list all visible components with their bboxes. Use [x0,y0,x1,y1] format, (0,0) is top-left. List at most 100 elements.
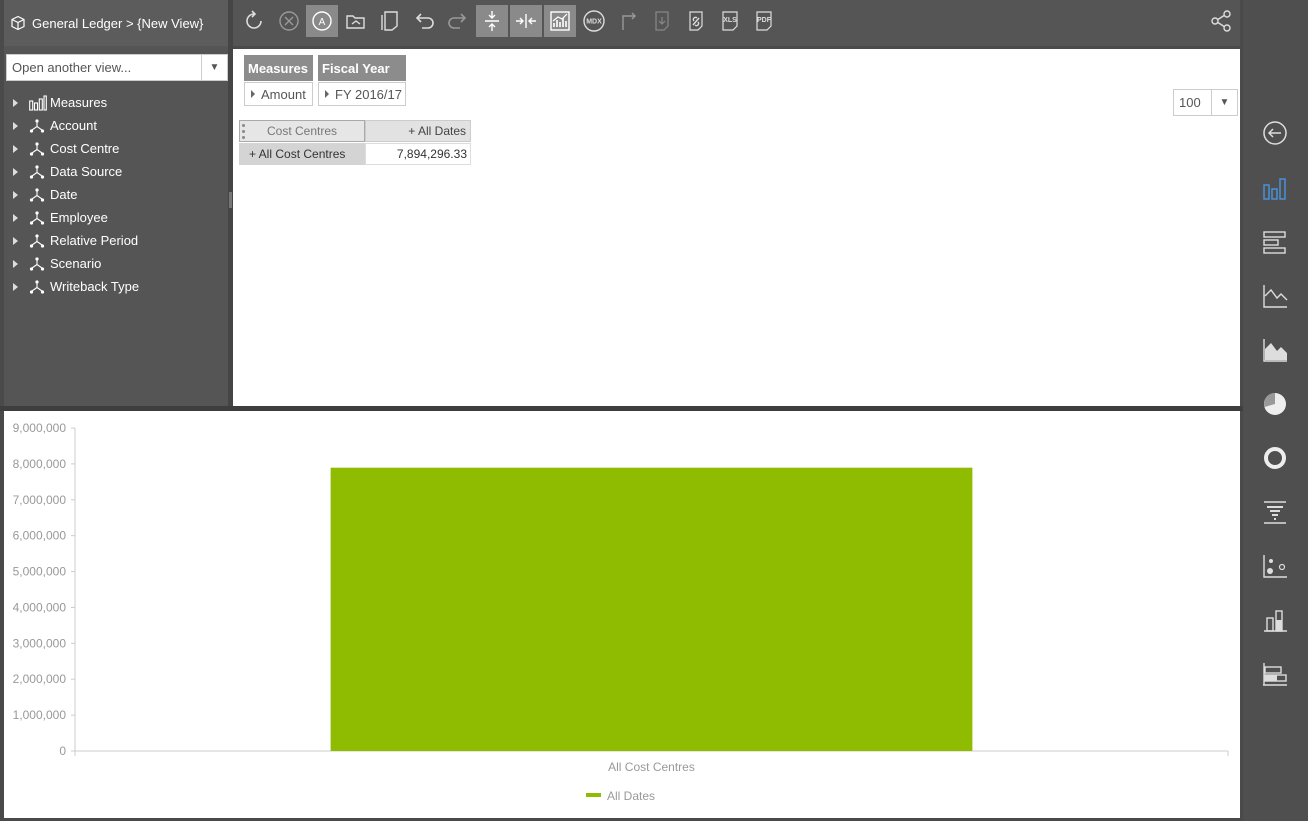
stacked-column-icon [1264,610,1287,632]
expand-triangle-icon[interactable] [13,190,18,199]
y-tick-label: 5,000,000 [13,565,67,579]
undo-icon [415,13,434,29]
refresh-button[interactable] [238,5,270,37]
collapse-icon [485,11,499,31]
breadcrumb-text: General Ledger > {New View} [32,15,204,31]
dimension-item-relative-period[interactable]: Relative Period [4,229,228,252]
dimension-label: Cost Centre [50,141,120,156]
chevron-down-icon[interactable]: ▼ [1211,90,1237,115]
export-button[interactable] [646,5,678,37]
share-button[interactable] [1205,5,1237,37]
chart-bar[interactable] [330,467,973,751]
dimensions-panel: General Ledger > {New View} Open another… [4,0,228,406]
dimension-label: Account [50,118,97,133]
stacked-bar-button[interactable] [1259,658,1291,690]
scatter-chart-button[interactable] [1259,550,1291,582]
export-pdf-button[interactable]: PDF [748,5,780,37]
y-tick-label: 2,000,000 [13,672,67,686]
xls-icon: XLS [722,11,738,31]
share-icon [1211,10,1231,32]
legend-label[interactable]: All Dates [607,789,655,803]
area-chart-icon [1263,339,1287,362]
hierarchy-icon [29,256,45,272]
dimension-item-account[interactable]: Account [4,114,228,137]
dimension-item-measures[interactable]: Measures [4,91,228,114]
refresh-icon [246,10,262,29]
slicer-header-fiscal-year[interactable]: Fiscal Year [318,55,406,81]
svg-text:XLS: XLS [723,17,737,24]
hierarchy-icon [29,210,45,226]
dimension-label: Data Source [50,164,123,179]
stacked-bar-icon [1263,663,1287,686]
back-button[interactable] [1259,117,1291,149]
pie-chart-button[interactable] [1259,388,1291,420]
dimension-item-date[interactable]: Date [4,183,228,206]
y-tick-label: 6,000,000 [13,529,67,543]
save-view-button[interactable] [374,5,406,37]
cancel-button[interactable] [273,5,305,37]
column-chart-icon [1263,178,1286,200]
doughnut-chart-button[interactable] [1259,442,1291,474]
chevron-down-icon[interactable]: ▼ [201,55,227,80]
slicer-value-text: FY 2016/17 [335,86,402,102]
x-tick-label: All Cost Centres [608,760,695,774]
swap-axes-icon [622,12,636,30]
mdx-button[interactable]: MDX [578,5,610,37]
expand-button[interactable] [510,5,542,37]
cube-icon [11,15,25,31]
row-hierarchy-header[interactable]: Cost Centres [239,120,365,142]
dimension-item-writeback-type[interactable]: Writeback Type [4,275,228,298]
chart-grid-button[interactable] [544,5,576,37]
stacked-column-button[interactable] [1259,604,1291,636]
funnel-chart-button[interactable] [1259,496,1291,528]
mdx-icon: MDX [583,10,605,32]
open-view-dropdown[interactable]: Open another view... ▼ [6,54,228,81]
line-chart-button[interactable] [1259,280,1291,312]
expand-triangle-icon[interactable] [13,282,18,291]
open-view-button[interactable] [340,5,372,37]
column-chart: 0 1,000,000 2,000,000 3,000,000 4,000,000 5,0… [13,421,1229,803]
slicer-value-measures[interactable]: Amount [244,82,313,106]
slicer-header-measures[interactable]: Measures [244,55,313,81]
expand-triangle-icon[interactable] [13,213,18,222]
breadcrumb: General Ledger > {New View} [4,0,228,46]
dimension-item-data-source[interactable]: Data Source [4,160,228,183]
hierarchy-icon [29,187,45,203]
column-chart-button[interactable] [1259,172,1291,204]
expand-triangle-icon[interactable] [13,98,18,107]
expand-triangle-icon[interactable] [13,144,18,153]
drag-handle-icon[interactable] [242,124,245,142]
collapse-button[interactable] [476,5,508,37]
auto-query-button[interactable]: A [306,5,338,37]
expand-triangle-icon[interactable] [13,121,18,130]
chart-grid-icon [550,11,570,31]
dimension-item-employee[interactable]: Employee [4,206,228,229]
dimension-item-cost-centre[interactable]: Cost Centre [4,137,228,160]
row-limit-dropdown[interactable]: 100 ▼ [1173,89,1238,116]
link-icon [689,11,703,31]
data-cell[interactable]: 7,894,296.33 [365,143,471,165]
legend-swatch[interactable] [586,793,601,797]
expand-triangle-icon[interactable] [13,259,18,268]
column-member-header[interactable]: + All Dates [365,120,471,142]
undo-button[interactable] [408,5,440,37]
swap-axes-button[interactable] [612,5,644,37]
export-xls-button[interactable]: XLS [714,5,746,37]
expand-triangle-icon[interactable] [13,167,18,176]
dimension-label: Employee [50,210,108,225]
slicer-value-fiscal-year[interactable]: FY 2016/17 [318,82,406,106]
export-icon [655,11,669,31]
doughnut-chart-icon [1264,447,1286,469]
y-tick-label: 9,000,000 [13,421,67,435]
expand-triangle-icon[interactable] [13,236,18,245]
area-chart-button[interactable] [1259,334,1291,366]
dimension-item-scenario[interactable]: Scenario [4,252,228,275]
row-member-header[interactable]: + All Cost Centres [239,143,365,165]
measures-icon [29,94,47,111]
slicer-value-text: Amount [261,86,306,102]
link-button[interactable] [680,5,712,37]
bar-chart-button[interactable] [1259,226,1291,258]
y-tick-label: 8,000,000 [13,457,67,471]
redo-button[interactable] [442,5,474,37]
cancel-icon [279,11,299,31]
